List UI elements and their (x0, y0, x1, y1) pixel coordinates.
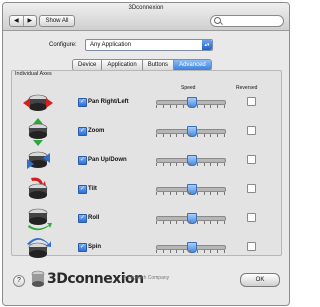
ok-button[interactable]: OK (240, 273, 280, 287)
tilt-icon (28, 177, 48, 199)
configure-value: Any Application (90, 42, 132, 48)
preferences-window: 3Dconnexion ◀ ▶ Show All Configure: Any … (2, 2, 290, 306)
slider-ticks (156, 192, 226, 195)
group-title: Individual Axes (15, 71, 52, 77)
tab-advanced[interactable]: Advanced (173, 60, 211, 70)
reversed-checkbox[interactable] (247, 184, 256, 193)
axis-row: ✓ Tilt (11, 176, 280, 204)
3dconnexion-logo-icon (31, 270, 45, 287)
axis-label: Pan Up/Down (88, 157, 127, 163)
chevron-updown-icon: ▴▾ (202, 40, 212, 50)
nav-buttons: ◀ ▶ (9, 15, 37, 27)
slider-ticks (156, 163, 226, 166)
title-bar: 3Dconnexion ◀ ▶ Show All (3, 3, 289, 31)
slider-ticks (156, 105, 226, 108)
zoom-icon (28, 118, 48, 146)
forward-button[interactable]: ▶ (22, 16, 37, 26)
search-input[interactable] (210, 15, 284, 27)
tab-buttons[interactable]: Buttons (141, 60, 174, 70)
pan-right-left-icon (23, 94, 53, 111)
axis-label: Tilt (88, 186, 97, 192)
slider-ticks (156, 221, 226, 224)
roll-icon (28, 208, 52, 231)
reversed-checkbox[interactable] (247, 213, 256, 222)
axis-row: ✓ Zoom (11, 118, 280, 146)
axis-row: ✓ Pan Up/Down (11, 147, 280, 175)
help-button[interactable]: ? (13, 275, 25, 287)
show-all-button[interactable]: Show All (39, 15, 75, 27)
slider-ticks (156, 250, 226, 253)
footer: ? 3Dconnexion A Logitech Company OK (3, 265, 289, 305)
axis-enable-checkbox[interactable]: ✓ (78, 243, 87, 252)
configure-select[interactable]: Any Application ▴▾ (85, 39, 213, 51)
axis-enable-checkbox[interactable]: ✓ (78, 156, 87, 165)
company-text: A Logitech Company (123, 275, 170, 281)
axis-enable-checkbox[interactable]: ✓ (78, 127, 87, 136)
search-icon (214, 17, 221, 24)
slider-ticks (156, 134, 226, 137)
reversed-checkbox[interactable] (247, 242, 256, 251)
axis-label: Spin (88, 244, 101, 250)
reversed-checkbox[interactable] (247, 97, 256, 106)
axis-label: Roll (88, 215, 100, 221)
spin-icon (27, 238, 51, 258)
tab-application[interactable]: Application (101, 60, 142, 70)
reversed-checkbox[interactable] (247, 126, 256, 135)
pan-up-down-icon (27, 151, 50, 169)
axis-label: Zoom (88, 128, 105, 134)
window-title: 3Dconnexion (128, 5, 164, 11)
reversed-checkbox[interactable] (247, 155, 256, 164)
axis-label: Pan Right/Left (88, 99, 129, 105)
back-button[interactable]: ◀ (10, 16, 23, 26)
axis-enable-checkbox[interactable]: ✓ (78, 98, 87, 107)
axis-enable-checkbox[interactable]: ✓ (78, 185, 87, 194)
axis-row: ✓ Spin (11, 234, 280, 262)
axis-enable-checkbox[interactable]: ✓ (78, 214, 87, 223)
axis-row: ✓ Pan Right/Left (11, 89, 280, 117)
configure-label: Configure: (49, 42, 77, 48)
axis-row: ✓ Roll (11, 205, 280, 233)
tab-device[interactable]: Device (73, 60, 102, 70)
